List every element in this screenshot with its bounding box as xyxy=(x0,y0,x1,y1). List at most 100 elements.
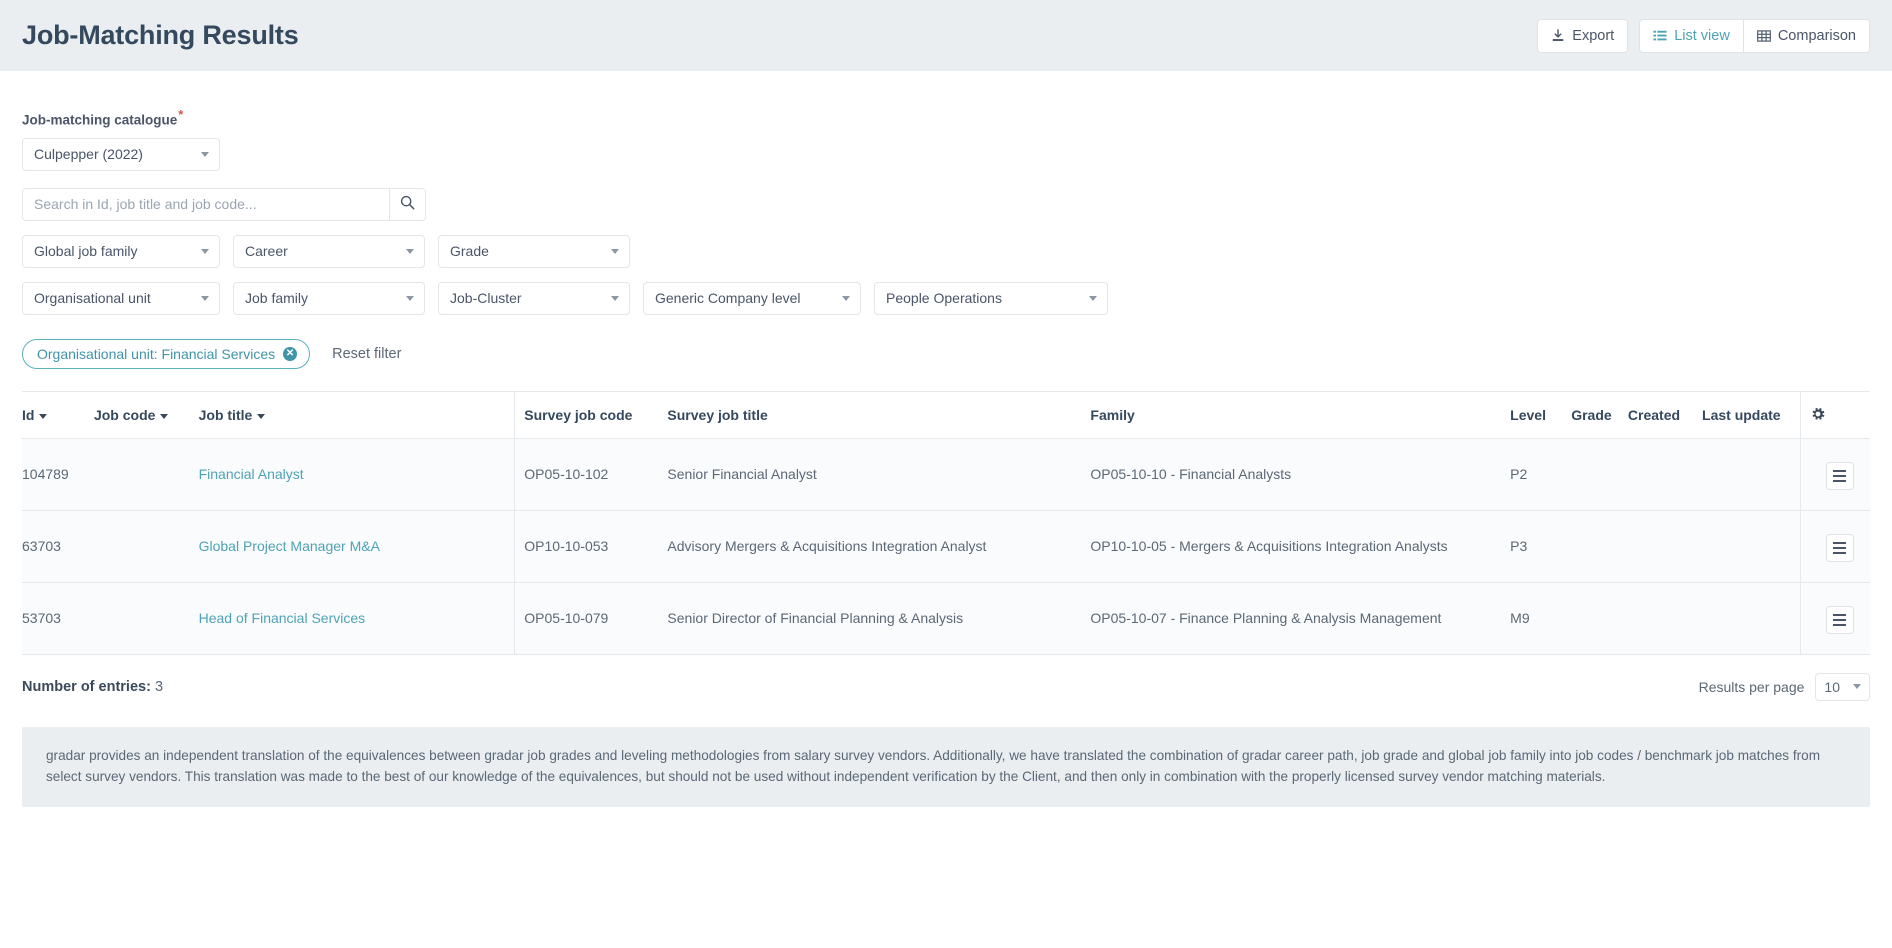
table-row[interactable]: 63703 Global Project Manager M&A OP10-10… xyxy=(22,510,1870,583)
results-per-page-select[interactable]: 10 xyxy=(1815,672,1870,701)
column-header-created-label: Created xyxy=(1627,407,1681,423)
column-header-level: Level xyxy=(1510,391,1572,439)
sort-caret-icon[interactable] xyxy=(257,413,266,419)
filter-people-operations[interactable]: People Operations xyxy=(874,281,1108,315)
entries-value: 3 xyxy=(154,678,164,695)
cell-level: P3 xyxy=(1510,510,1572,583)
filter-job-family[interactable]: Job family xyxy=(233,281,425,315)
catalogue-select-value: Culpepper (2022) xyxy=(34,146,143,162)
search-input[interactable] xyxy=(23,188,389,220)
sort-caret-icon[interactable] xyxy=(160,413,169,419)
cell-job-code xyxy=(93,438,199,511)
cell-family: OP05-10-07 - Finance Planning & Analysis… xyxy=(1090,582,1511,655)
cell-survey-job-title: Advisory Mergers & Acquisitions Integrat… xyxy=(667,510,1091,583)
cell-grade xyxy=(1571,438,1628,511)
cell-family: OP10-10-05 - Mergers & Acquisitions Inte… xyxy=(1090,510,1511,583)
cell-row-actions xyxy=(1799,438,1870,511)
sort-caret-icon[interactable] xyxy=(39,413,48,419)
page-title: Job-Matching Results xyxy=(22,20,299,50)
filter-global-job-family[interactable]: Global job family xyxy=(22,234,220,268)
row-menu-icon[interactable] xyxy=(1825,533,1854,562)
catalogue-label: Job-matching catalogue* xyxy=(22,107,1870,128)
cell-grade xyxy=(1571,510,1628,583)
job-title-link[interactable]: Head of Financial Services xyxy=(199,610,366,626)
chevron-down-icon xyxy=(201,248,209,254)
filter-grade[interactable]: Grade xyxy=(438,234,630,268)
chevron-down-icon xyxy=(611,248,619,254)
disclaimer-text: gradar provides an independent translati… xyxy=(22,726,1870,807)
column-header-job-code[interactable]: Job code xyxy=(93,391,199,439)
cell-id: 104789 xyxy=(22,438,94,511)
cell-survey-job-code: OP10-10-053 xyxy=(514,510,668,583)
reset-filter-link[interactable]: Reset filter xyxy=(332,346,401,362)
cell-last-update xyxy=(1702,510,1801,583)
row-menu-icon[interactable] xyxy=(1825,461,1854,490)
view-toggle-group: List view Comparison xyxy=(1639,18,1870,53)
filter-generic-company-level[interactable]: Generic Company level xyxy=(643,281,861,315)
cell-family: OP05-10-10 - Financial Analysts xyxy=(1090,438,1511,511)
column-settings[interactable] xyxy=(1799,391,1870,439)
list-view-label: List view xyxy=(1674,27,1730,44)
filter-organisational-unit[interactable]: Organisational unit xyxy=(22,281,220,315)
close-icon[interactable]: ✕ xyxy=(283,346,298,361)
filter-job-family-label: Job family xyxy=(245,290,309,306)
chevron-down-icon xyxy=(406,295,414,301)
column-header-id-label: Id xyxy=(22,407,35,423)
column-header-id[interactable]: Id xyxy=(22,391,94,439)
catalogue-select[interactable]: Culpepper (2022) xyxy=(22,137,220,171)
column-header-family: Family xyxy=(1090,391,1511,439)
filter-row-2: Organisational unit Job family Job-Clust… xyxy=(22,281,1870,315)
filter-job-cluster-label: Job-Cluster xyxy=(450,290,522,306)
column-header-survey-job-code-label: Survey job code xyxy=(524,407,633,423)
cell-last-update xyxy=(1702,438,1801,511)
column-header-survey-job-code: Survey job code xyxy=(514,391,668,439)
gear-icon[interactable] xyxy=(1810,406,1826,422)
required-asterisk: * xyxy=(178,107,184,122)
results-table-wrap: Id Job code Job title Survey job code Su… xyxy=(22,390,1870,655)
column-header-job-code-label: Job code xyxy=(93,407,156,423)
search-button[interactable] xyxy=(389,188,425,220)
cell-job-code xyxy=(93,582,199,655)
cell-created xyxy=(1627,438,1703,511)
row-menu-icon[interactable] xyxy=(1825,605,1854,634)
chevron-down-icon xyxy=(201,295,209,301)
column-header-created: Created xyxy=(1627,391,1703,439)
results-table: Id Job code Job title Survey job code Su… xyxy=(22,391,1870,655)
column-header-job-title[interactable]: Job title xyxy=(198,391,515,439)
job-title-link[interactable]: Global Project Manager M&A xyxy=(199,538,380,554)
filter-organisational-unit-label: Organisational unit xyxy=(34,290,151,306)
job-title-link[interactable]: Financial Analyst xyxy=(199,466,304,482)
cell-survey-job-title: Senior Financial Analyst xyxy=(667,438,1091,511)
table-row[interactable]: 53703 Head of Financial Services OP05-10… xyxy=(22,582,1870,655)
column-header-grade: Grade xyxy=(1571,391,1628,439)
column-header-last-update-label: Last update xyxy=(1702,407,1781,423)
cell-last-update xyxy=(1702,582,1801,655)
cell-grade xyxy=(1571,582,1628,655)
list-icon xyxy=(1653,29,1667,43)
filter-row-1: Global job family Career Grade xyxy=(22,234,1870,268)
filter-job-cluster[interactable]: Job-Cluster xyxy=(438,281,630,315)
table-grid-icon xyxy=(1756,29,1771,43)
cell-id: 53703 xyxy=(22,582,94,655)
column-header-family-label: Family xyxy=(1090,407,1135,423)
active-filter-chip[interactable]: Organisational unit: Financial Services … xyxy=(22,338,311,369)
list-view-button[interactable]: List view xyxy=(1639,18,1743,53)
cell-survey-job-title: Senior Director of Financial Planning & … xyxy=(667,582,1091,655)
cell-level: M9 xyxy=(1510,582,1572,655)
column-header-last-update: Last update xyxy=(1702,391,1801,439)
chevron-down-icon xyxy=(1089,295,1097,301)
table-head: Id Job code Job title Survey job code Su… xyxy=(22,391,1870,439)
export-button[interactable]: Export xyxy=(1537,18,1629,53)
column-header-level-label: Level xyxy=(1510,407,1546,423)
table-header-row: Id Job code Job title Survey job code Su… xyxy=(22,391,1870,439)
cell-job-code xyxy=(93,510,199,583)
results-per-page: Results per page 10 xyxy=(1699,672,1870,701)
table-row[interactable]: 104789 Financial Analyst OP05-10-102 Sen… xyxy=(22,438,1870,511)
page-content: Job-matching catalogue* Culpepper (2022)… xyxy=(0,107,1892,701)
filter-career[interactable]: Career xyxy=(233,234,425,268)
active-filters-row: Organisational unit: Financial Services … xyxy=(22,338,1870,369)
chevron-down-icon xyxy=(406,248,414,254)
comparison-button[interactable]: Comparison xyxy=(1742,18,1870,53)
column-header-grade-label: Grade xyxy=(1571,407,1612,423)
filter-people-operations-label: People Operations xyxy=(886,290,1002,306)
